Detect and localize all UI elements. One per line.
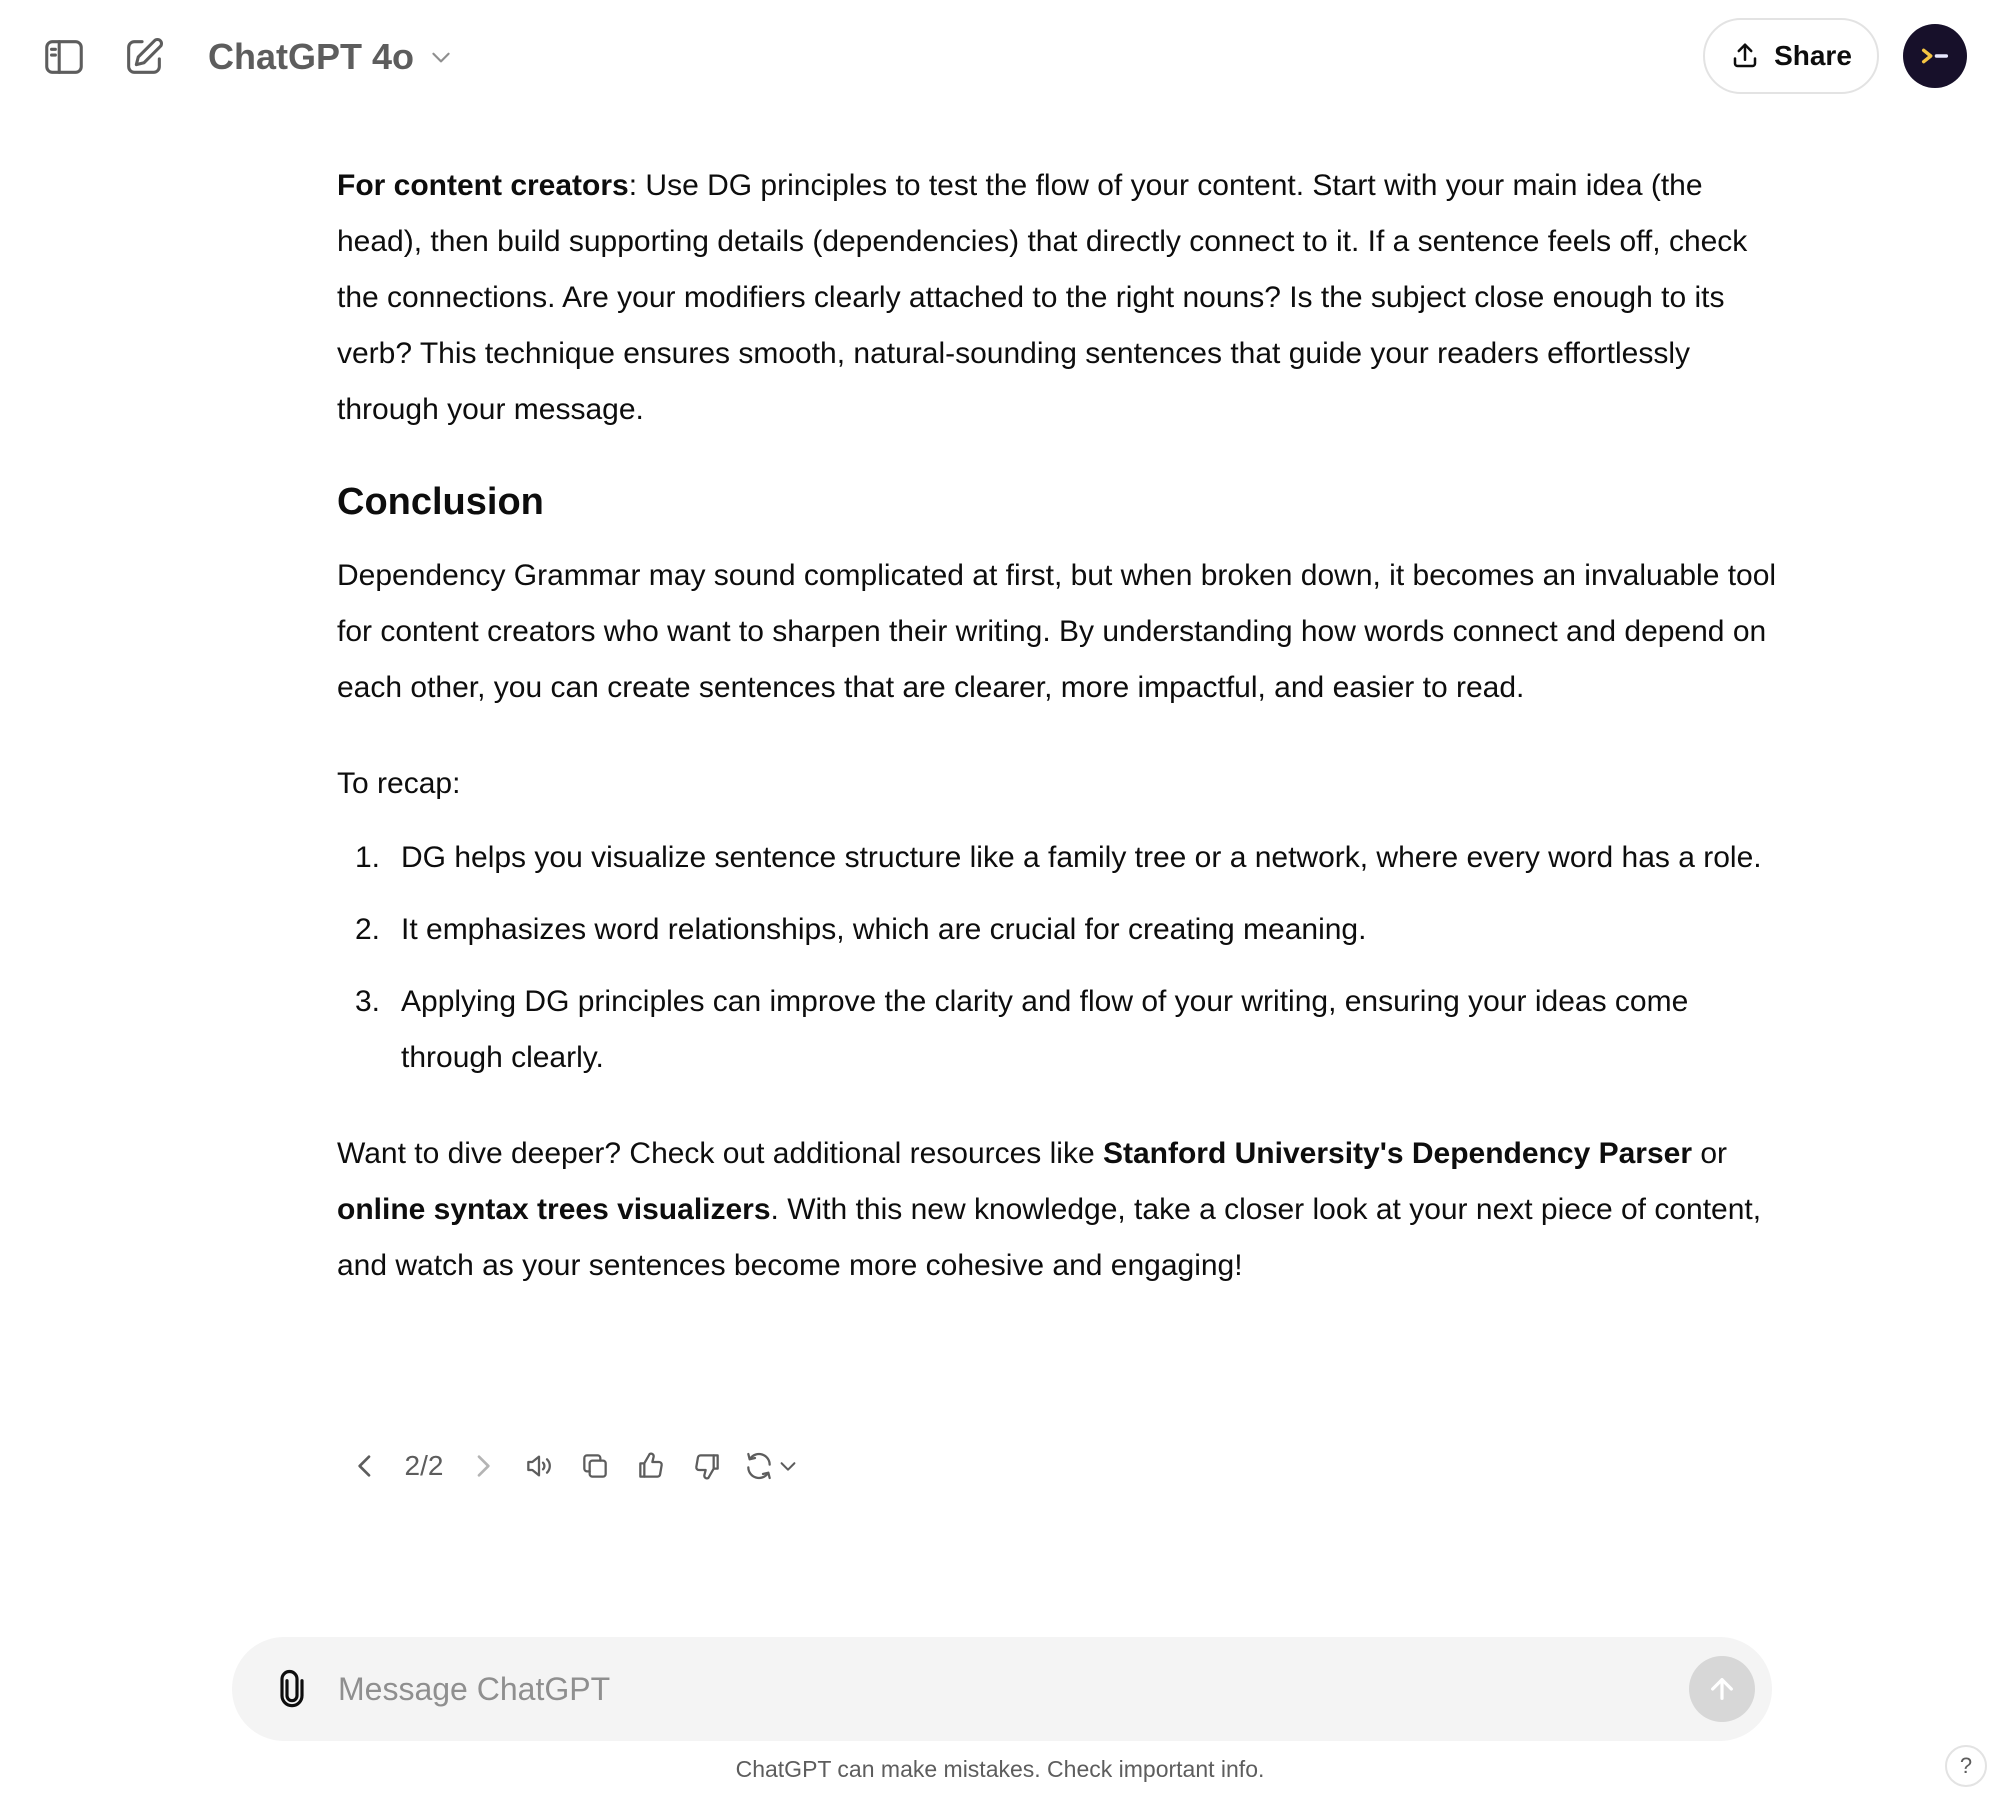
thumbs-up-icon: [639, 1452, 663, 1478]
message-composer: [232, 1637, 1772, 1741]
attach-button[interactable]: [266, 1663, 318, 1715]
top-bar: ChatGPT 4o Share: [0, 0, 2000, 112]
resource-name: Stanford University's Dependency Parser: [1102, 1137, 1692, 1170]
share-button[interactable]: Share: [1703, 18, 1879, 94]
chevron-down-icon: [780, 1462, 796, 1471]
list-item-text: DG helps you visualize sentence structur…: [401, 841, 1762, 874]
list-number: 3.: [355, 985, 381, 1018]
thumbs-down-icon: [695, 1454, 719, 1480]
chevron-right-icon: [477, 1455, 490, 1477]
copy-button[interactable]: [567, 1438, 623, 1494]
response-page-indicator: 2/2: [404, 1450, 444, 1481]
sidebar-toggle-icon: [45, 40, 83, 74]
list-item: 3. Applying DG principles can improve th…: [337, 974, 1777, 1086]
paragraph-text: : Use DG principles to test the flow of …: [337, 169, 1748, 426]
list-item: 1. DG helps you visualize sentence struc…: [337, 830, 1777, 886]
list-item-text: It emphasizes word relationships, which …: [401, 913, 1367, 946]
next-response-button[interactable]: [455, 1438, 511, 1494]
recap-list: 1. DG helps you visualize sentence struc…: [337, 830, 1777, 1086]
chevron-left-icon: [358, 1455, 371, 1477]
send-button[interactable]: [1689, 1656, 1755, 1722]
message-paragraph: Want to dive deeper? Check out additiona…: [337, 1126, 1777, 1294]
help-button[interactable]: ?: [1945, 1745, 1987, 1787]
good-response-button[interactable]: [623, 1438, 679, 1494]
recap-intro: To recap:: [337, 767, 461, 800]
paragraph-text: Want to dive deeper? Check out additiona…: [337, 1137, 1103, 1170]
speaker-icon: [527, 1455, 551, 1477]
read-aloud-button[interactable]: [511, 1438, 567, 1494]
resource-name: online syntax trees visualizers: [337, 1193, 771, 1226]
message-paragraph: Dependency Grammar may sound complicated…: [337, 559, 1777, 704]
message-input[interactable]: [336, 1659, 1596, 1719]
previous-response-button[interactable]: [337, 1438, 393, 1494]
copy-icon: [583, 1454, 607, 1478]
assistant-message: For content creators: Use DG principles …: [337, 158, 1777, 1294]
disclaimer-text: ChatGPT can make mistakes. Check importa…: [735, 1756, 1265, 1782]
terminal-prompt-icon: [1921, 48, 1949, 64]
paperclip-icon: [280, 1669, 304, 1708]
regenerate-button[interactable]: [735, 1438, 807, 1494]
new-chat-button[interactable]: [112, 25, 176, 89]
list-item-text: Applying DG principles can improve the c…: [401, 985, 1689, 1074]
section-heading: Conclusion: [337, 481, 544, 523]
share-label: Share: [1774, 40, 1852, 71]
list-number: 2.: [355, 913, 381, 946]
sidebar-toggle-button[interactable]: [32, 25, 96, 89]
bold-lead: For content creators: [337, 169, 629, 202]
model-name: ChatGPT 4o: [208, 36, 415, 77]
bad-response-button[interactable]: [679, 1438, 735, 1494]
chevron-down-icon: [432, 52, 450, 63]
model-selector[interactable]: ChatGPT 4o: [196, 26, 466, 88]
list-number: 1.: [355, 841, 381, 874]
message-actions: 2/2: [337, 1438, 807, 1494]
avatar[interactable]: [1903, 24, 1967, 88]
edit-icon: [127, 38, 163, 74]
message-paragraph: For content creators: Use DG principles …: [337, 158, 1777, 438]
refresh-icon: [747, 1452, 771, 1480]
list-item: 2. It emphasizes word relationships, whi…: [337, 902, 1777, 958]
paragraph-text: or: [1692, 1137, 1728, 1170]
upload-icon: [1733, 43, 1757, 68]
arrow-up-icon: [1711, 1678, 1733, 1700]
